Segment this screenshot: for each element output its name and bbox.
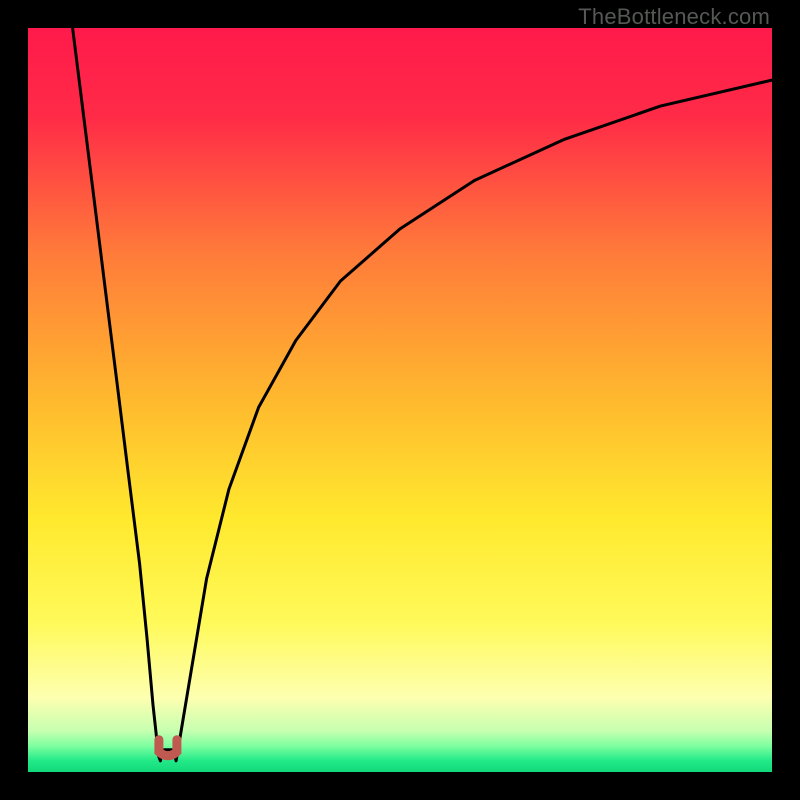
plot-area — [28, 28, 772, 772]
chart-frame — [28, 28, 772, 772]
bottleneck-curve — [73, 28, 772, 761]
trough-marker — [159, 740, 177, 756]
curve-layer — [28, 28, 772, 772]
watermark-text: TheBottleneck.com — [578, 4, 770, 30]
